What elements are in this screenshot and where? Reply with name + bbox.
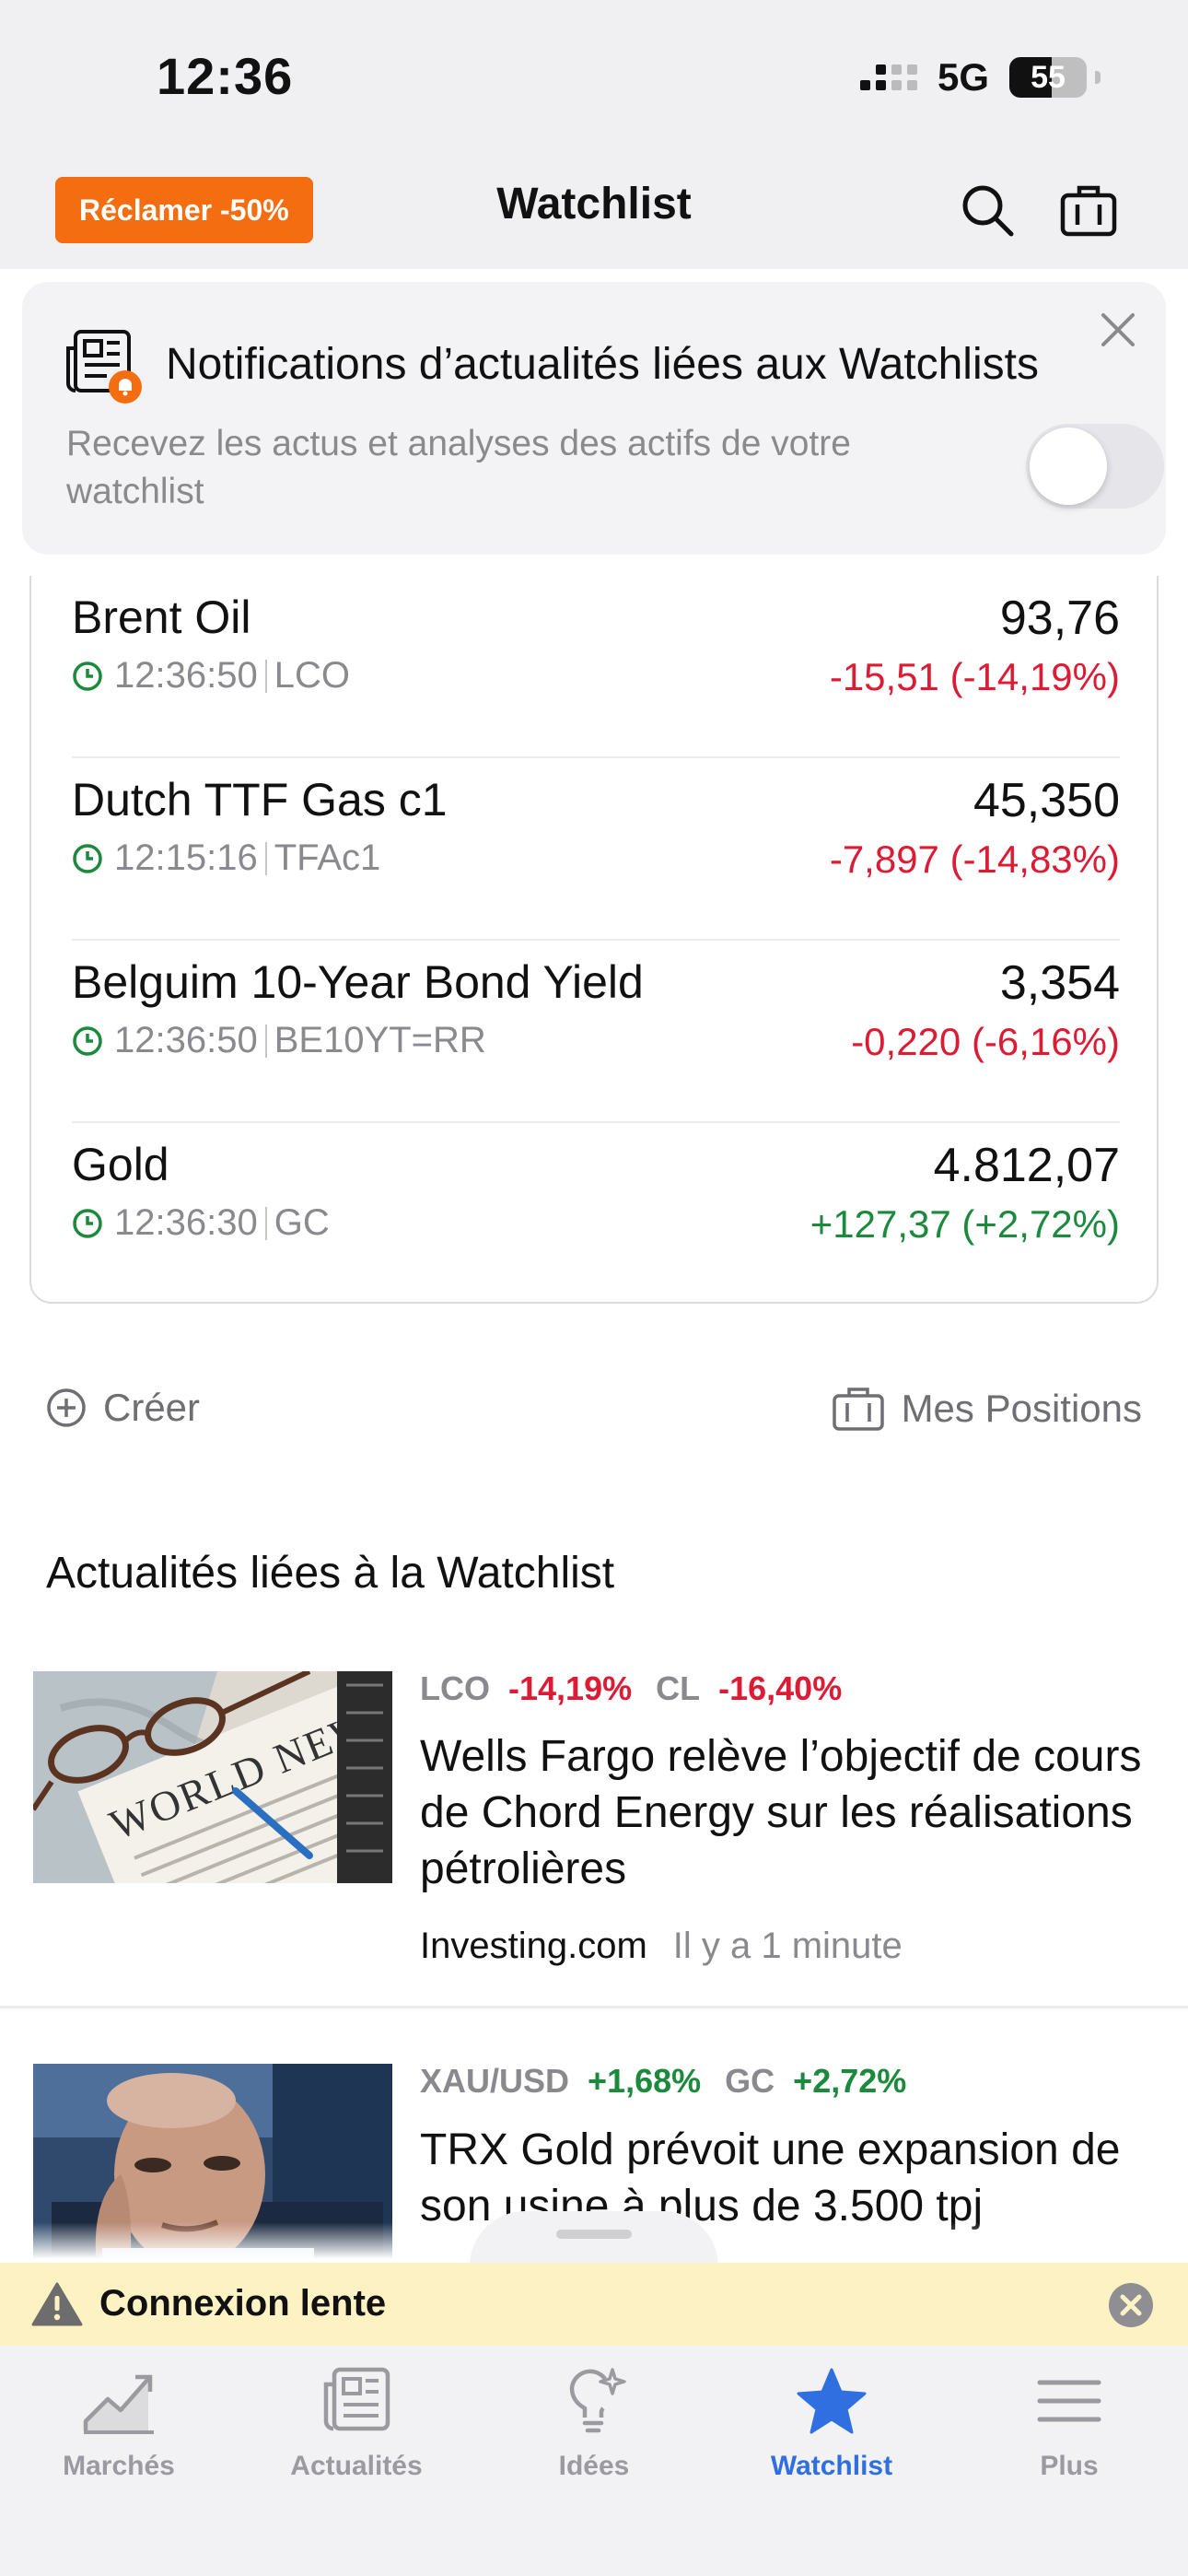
- instrument-name: Belguim 10-Year Bond Yield: [72, 956, 644, 1008]
- lightbulb-icon: [569, 2368, 626, 2433]
- battery-level: 55: [1031, 60, 1066, 95]
- tag-change: -16,40%: [718, 1669, 843, 1707]
- watchlist-row[interactable]: Gold 12:36:30 GC 4.812,07 +127,37 (+2,72%…: [72, 1123, 1120, 1306]
- tab-label: Plus: [1040, 2451, 1099, 2481]
- notification-subtitle: Recevez les actus et analyses des actifs…: [66, 424, 851, 511]
- tab-label: Actualités: [290, 2451, 423, 2481]
- create-label: Créer: [103, 1386, 201, 1429]
- instrument-price: 93,76: [999, 591, 1120, 645]
- tab-label: Idées: [558, 2451, 630, 2481]
- news-tags: LCO -14,19% CL -16,40%: [420, 1669, 842, 1708]
- instrument-meta: 12:15:16 TFAc1: [72, 837, 380, 879]
- notification-toggle[interactable]: [1026, 424, 1164, 509]
- instrument-change: -0,220 (-6,16%): [851, 1020, 1120, 1063]
- clock-icon: [73, 661, 102, 691]
- tab-ideas[interactable]: Idées: [475, 2364, 713, 2482]
- add-circle-icon: [47, 1388, 86, 1427]
- news-section-title: Actualités liées à la Watchlist: [46, 1549, 615, 1598]
- instrument-change: -15,51 (-14,19%): [829, 655, 1120, 698]
- instrument-meta: 12:36:30 GC: [72, 1202, 330, 1244]
- tag-change: +1,68%: [588, 2062, 702, 2100]
- instrument-price: 3,354: [999, 956, 1120, 1010]
- tag-change: -14,19%: [508, 1669, 633, 1707]
- sheet-handle[interactable]: [556, 2230, 632, 2239]
- clock-icon: [73, 843, 102, 873]
- my-positions-button[interactable]: Mes Positions: [832, 1386, 1142, 1432]
- clock-icon: [73, 1025, 102, 1056]
- tag-change: +2,72%: [793, 2062, 907, 2100]
- instrument-name: Brent Oil: [72, 591, 251, 643]
- instrument-change: -7,897 (-14,83%): [829, 837, 1120, 881]
- world-news-image: WORLD NEWS: [33, 1671, 392, 1883]
- instrument-price: 4.812,07: [933, 1139, 1120, 1192]
- tab-more[interactable]: Plus: [950, 2364, 1188, 2482]
- instrument-symbol: TFAc1: [274, 837, 381, 878]
- sheet-grab-tab[interactable]: [470, 2211, 718, 2266]
- news-tags: XAU/USD +1,68% GC +2,72%: [420, 2062, 906, 2101]
- status-indicators: 5G 55: [859, 55, 1087, 100]
- star-icon: [797, 2368, 867, 2434]
- notification-title: Notifications d’actualités liées aux Wat…: [166, 340, 1039, 389]
- watchlist-row[interactable]: Brent Oil 12:36:50 LCO 93,76 -15,51 (-14,…: [72, 576, 1120, 758]
- instrument-price: 45,350: [973, 774, 1120, 827]
- clock-icon: [73, 1208, 102, 1238]
- quote-time: 12:36:30: [114, 1202, 258, 1243]
- watchlist-row[interactable]: Dutch TTF Gas c1 12:15:16 TFAc1 45,350 -7…: [72, 758, 1120, 941]
- news-time: Il y a 1 minute: [672, 1926, 903, 1966]
- network-type: 5G: [937, 55, 989, 99]
- tag-symbol: XAU/USD: [420, 2062, 570, 2100]
- watchlist-card: Brent Oil 12:36:50 LCO 93,76 -15,51 (-14,…: [29, 576, 1159, 1304]
- battery-nub: [1095, 71, 1101, 84]
- watchlist-row[interactable]: Belguim 10-Year Bond Yield 12:36:50 BE10Y…: [72, 941, 1120, 1123]
- tag-symbol: LCO: [420, 1669, 490, 1707]
- instrument-meta: 12:36:50 LCO: [72, 655, 350, 697]
- quote-time: 12:36:50: [114, 1020, 258, 1060]
- news-thumbnail[interactable]: WORLD NEWS: [33, 1671, 392, 1883]
- status-time: 12:36: [157, 47, 294, 105]
- quote-time: 12:15:16: [114, 837, 258, 878]
- news-headline[interactable]: Wells Fargo relève l’objectif de cours d…: [420, 1728, 1157, 1897]
- portfolio-icon[interactable]: [1059, 181, 1118, 240]
- warning-icon: [31, 2282, 83, 2326]
- instrument-symbol: BE10YT=RR: [274, 1020, 486, 1060]
- battery-icon: 55: [1009, 57, 1087, 98]
- close-icon[interactable]: [1096, 308, 1140, 352]
- search-icon[interactable]: [958, 181, 1017, 240]
- instrument-meta: 12:36:50 BE10YT=RR: [72, 1020, 486, 1061]
- tab-label: Watchlist: [770, 2451, 893, 2481]
- instrument-change: +127,37 (+2,72%): [809, 1202, 1120, 1246]
- tab-news[interactable]: Actualités: [238, 2364, 475, 2482]
- instrument-symbol: LCO: [274, 655, 350, 696]
- portfolio-icon: [832, 1388, 884, 1431]
- newspaper-icon: [323, 2367, 390, 2431]
- close-circle-icon[interactable]: [1107, 2281, 1155, 2329]
- instrument-name: Gold: [72, 1139, 169, 1190]
- cellular-signal-icon: [859, 64, 917, 90]
- chart-line-icon: [83, 2374, 154, 2434]
- tab-markets[interactable]: Marchés: [0, 2364, 238, 2482]
- create-watchlist-button[interactable]: Créer: [46, 1386, 200, 1430]
- news-divider: [0, 2006, 1188, 2008]
- tag-symbol: GC: [725, 2062, 775, 2100]
- news-meta: Investing.com Il y a 1 minute: [420, 1926, 903, 1967]
- tab-label: Marchés: [63, 2451, 175, 2481]
- news-notification-card: Notifications d’actualités liées aux Wat…: [22, 282, 1166, 555]
- news-source: Investing.com: [420, 1926, 647, 1966]
- newspaper-bell-icon: [66, 330, 142, 404]
- instrument-symbol: GC: [274, 1202, 330, 1243]
- instrument-name: Dutch TTF Gas c1: [72, 774, 448, 825]
- quote-time: 12:36:50: [114, 655, 258, 696]
- tag-symbol: CL: [656, 1669, 701, 1707]
- slow-connection-label: Connexion lente: [99, 2283, 387, 2324]
- tab-watchlist[interactable]: Watchlist: [713, 2364, 950, 2482]
- menu-icon: [1037, 2380, 1101, 2422]
- positions-label: Mes Positions: [901, 1387, 1142, 1430]
